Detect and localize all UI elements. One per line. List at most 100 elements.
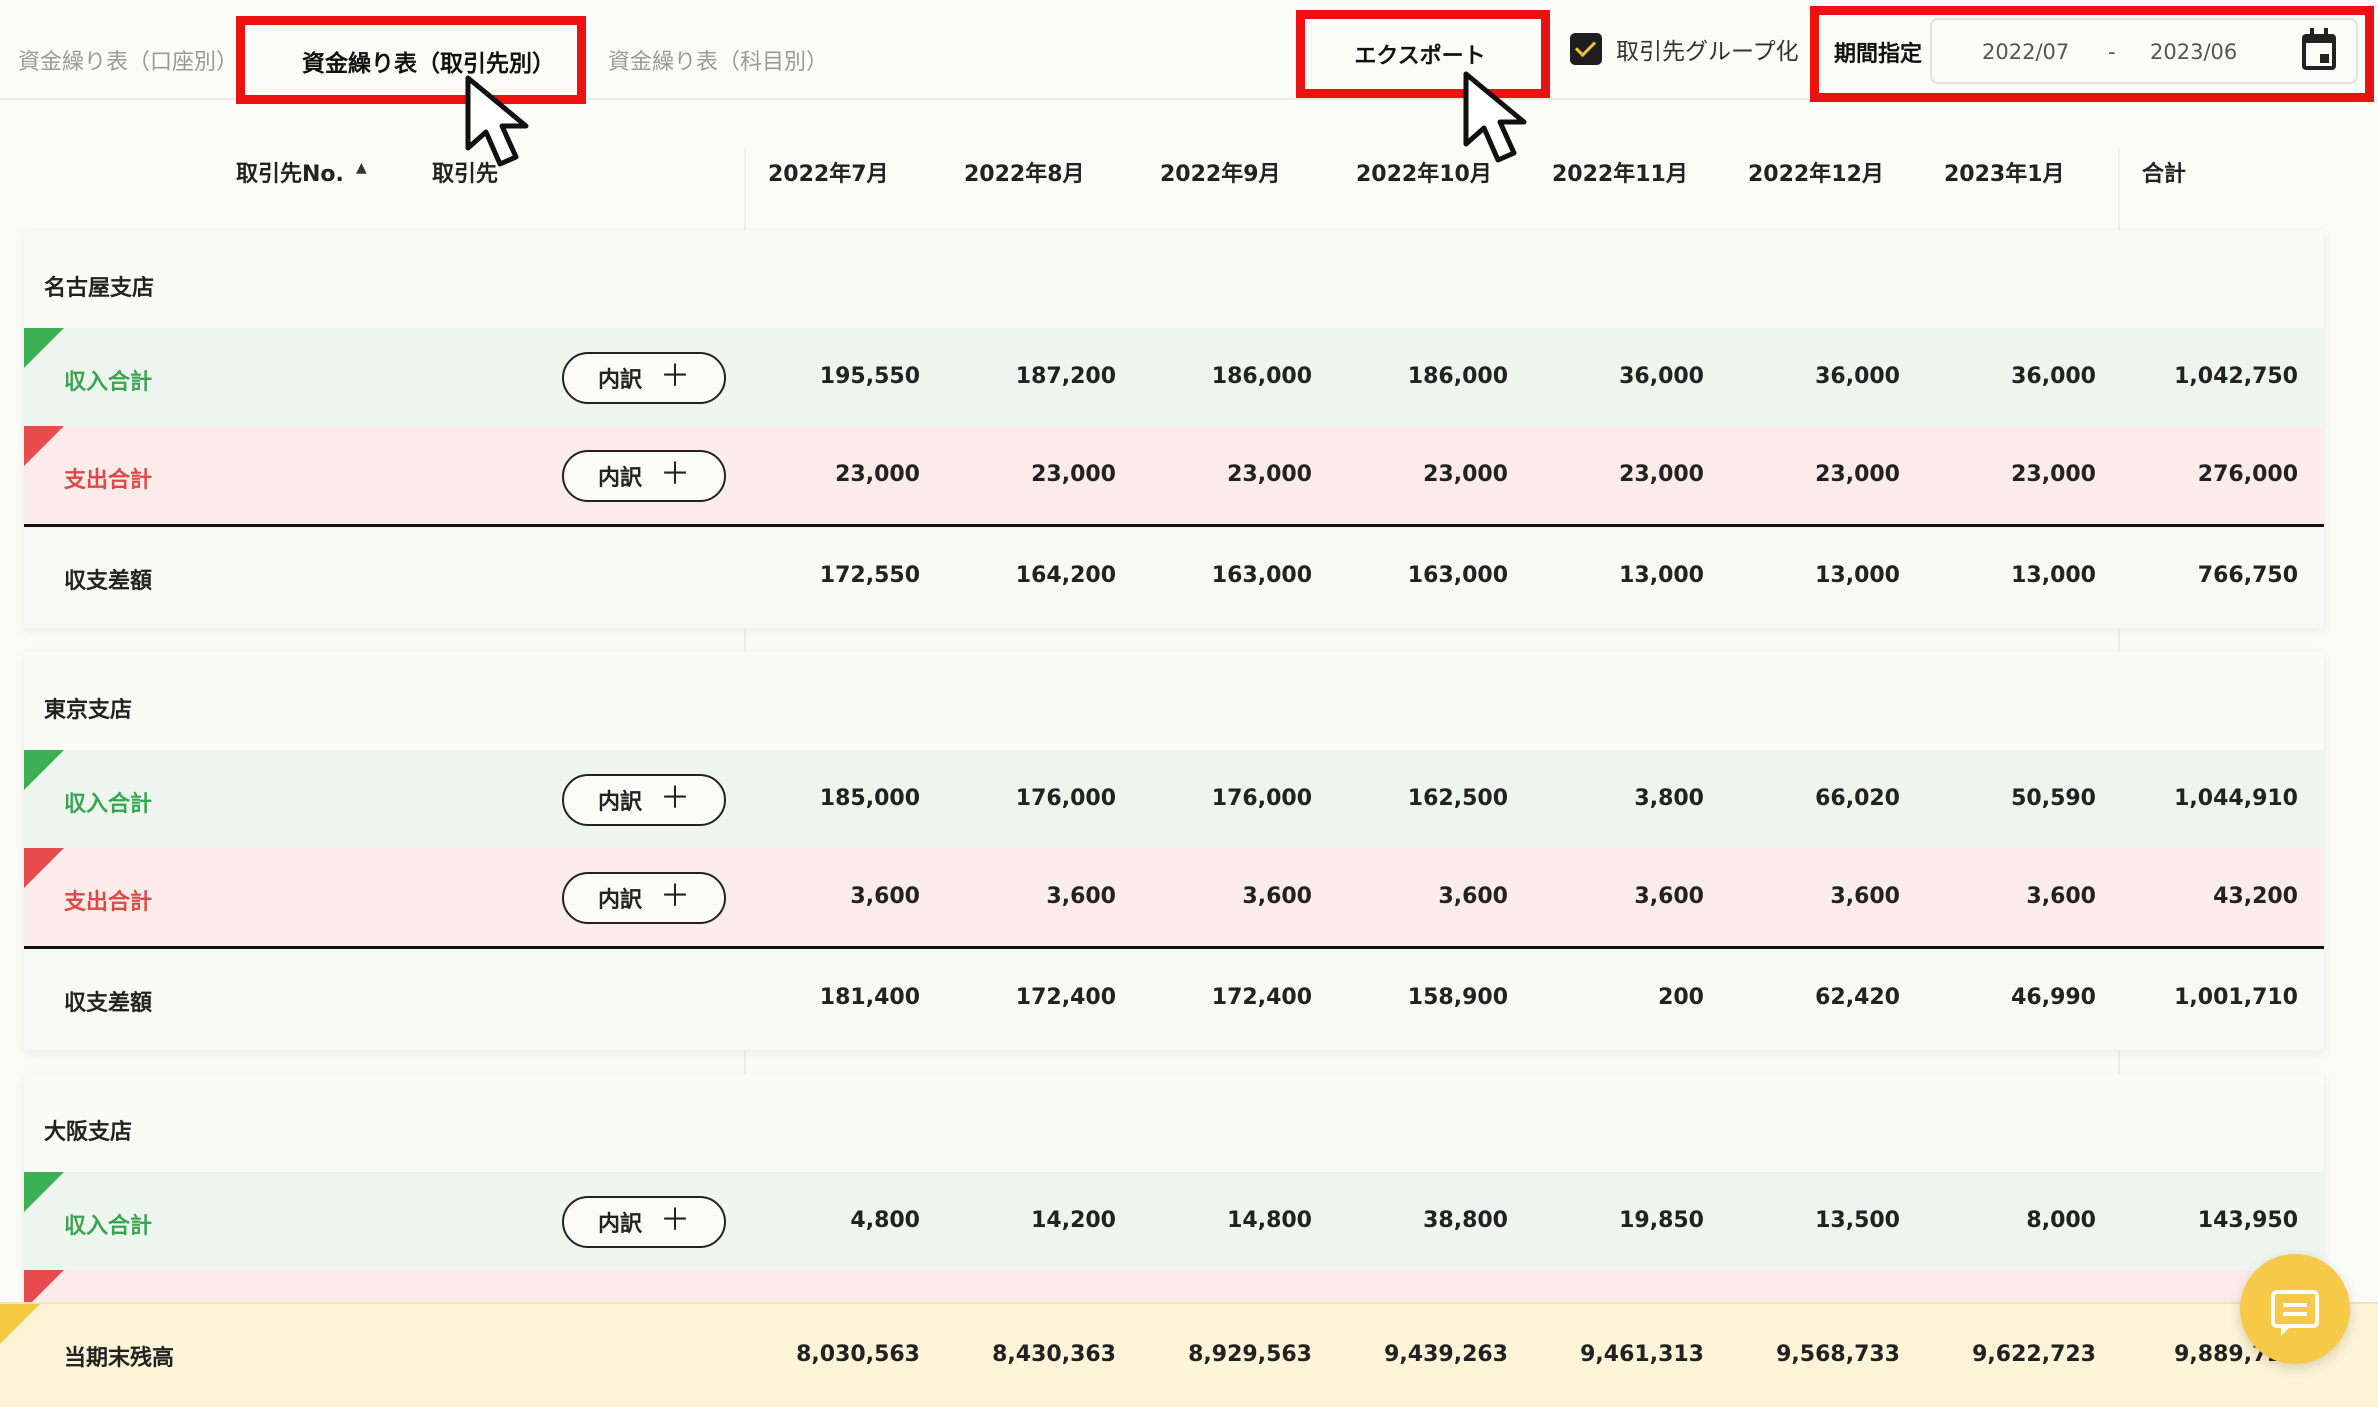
breakdown-expand-button[interactable]: 内訳 ＋: [562, 872, 726, 924]
cell-total: 1,044,910: [2174, 786, 2298, 811]
cell: 38,800: [1423, 1208, 1508, 1233]
income-label: 収入合計: [64, 370, 153, 395]
cell: 186,000: [1211, 364, 1312, 389]
branch-section-tokyo: 東京支店 収入合計 内訳 ＋ 185,000 176,000 176,000 16…: [24, 652, 2324, 1050]
tab-by-account[interactable]: 資金繰り表（口座別）: [18, 44, 238, 76]
cell-total: 1,042,750: [2174, 364, 2298, 389]
col-header-month: 2022年7月: [768, 162, 889, 187]
cell: 185,000: [819, 786, 920, 811]
income-marker: [24, 750, 64, 790]
branch-section-osaka: 大阪支店 収入合計 内訳 ＋ 4,800 14,200 14,800 38,800…: [24, 1074, 2324, 1314]
breakdown-label: 内訳: [597, 790, 642, 815]
group-checkbox-label: 取引先グループ化: [1616, 39, 1799, 65]
plus-icon: ＋: [660, 878, 690, 914]
cell: 62,420: [1815, 985, 1900, 1010]
sort-asc-icon[interactable]: ▲: [356, 160, 367, 176]
cell: 13,000: [1815, 563, 1900, 588]
expense-label: 支出合計: [64, 890, 153, 915]
income-row: 収入合計 内訳 ＋ 4,800 14,200 14,800 38,800 19,8…: [24, 1172, 2324, 1270]
cell: 186,000: [1407, 364, 1508, 389]
cell: 3,600: [1830, 884, 1900, 909]
cell: 9,568,733: [1776, 1342, 1900, 1367]
cell: 66,020: [1815, 786, 1900, 811]
cell: 181,400: [819, 985, 920, 1010]
mouse-cursor-icon: [1463, 71, 1527, 163]
cell: 3,800: [1634, 786, 1704, 811]
cell: 200: [1658, 985, 1704, 1010]
cell: 172,400: [1015, 985, 1116, 1010]
plus-icon: ＋: [660, 780, 690, 816]
cell: 195,550: [819, 364, 920, 389]
cell: 8,030,563: [796, 1342, 920, 1367]
group-checkbox[interactable]: [1570, 33, 1602, 65]
cell: 3,600: [1634, 884, 1704, 909]
income-marker: [24, 1172, 64, 1212]
cell: 3,600: [1046, 884, 1116, 909]
group-toggle[interactable]: 取引先グループ化: [1570, 32, 1799, 66]
breakdown-expand-button[interactable]: 内訳 ＋: [562, 450, 726, 502]
cell: 13,000: [1619, 563, 1704, 588]
cell: 23,000: [1227, 462, 1312, 487]
ending-balance-marker: [0, 1304, 40, 1344]
chat-support-button[interactable]: [2240, 1254, 2350, 1364]
cell-total: 766,750: [2197, 563, 2298, 588]
cell: 50,590: [2011, 786, 2096, 811]
breakdown-expand-button[interactable]: 内訳 ＋: [562, 1196, 726, 1248]
cell: 13,000: [2011, 563, 2096, 588]
breakdown-expand-button[interactable]: 内訳 ＋: [562, 774, 726, 826]
balance-label: 収支差額: [64, 569, 153, 594]
cell: 176,000: [1211, 786, 1312, 811]
expense-row: 支出合計 内訳 ＋ 3,600 3,600 3,600 3,600 3,600 3…: [24, 848, 2324, 946]
col-header-total: 合計: [2142, 162, 2187, 187]
branch-header: 名古屋支店: [24, 230, 2324, 328]
cell: 3,600: [1242, 884, 1312, 909]
cell: 164,200: [1015, 563, 1116, 588]
breakdown-expand-button[interactable]: 内訳 ＋: [562, 352, 726, 404]
cell: 8,000: [2026, 1208, 2096, 1233]
cell: 36,000: [1815, 364, 1900, 389]
ending-balance-row: 当期末残高 8,030,563 8,430,363 8,929,563 9,43…: [0, 1302, 2378, 1407]
cell: 19,850: [1619, 1208, 1704, 1233]
cell: 4,800: [850, 1208, 920, 1233]
branch-header: 大阪支店: [24, 1074, 2324, 1172]
cell: 9,461,313: [1580, 1342, 1704, 1367]
cell: 176,000: [1015, 786, 1116, 811]
cell: 163,000: [1407, 563, 1508, 588]
ending-balance-label: 当期末残高: [64, 1346, 175, 1371]
expense-marker: [24, 848, 64, 888]
income-label: 収入合計: [64, 1214, 153, 1239]
plus-icon: ＋: [660, 358, 690, 394]
cell: 3,600: [2026, 884, 2096, 909]
branch-name: 大阪支店: [44, 1120, 133, 1145]
cell: 172,550: [819, 563, 920, 588]
branch-section-nagoya: 名古屋支店 収入合計 内訳 ＋ 195,550 187,200 186,000 1…: [24, 230, 2324, 628]
cell: 8,430,363: [992, 1342, 1116, 1367]
breakdown-label: 内訳: [597, 466, 642, 491]
cell: 14,800: [1227, 1208, 1312, 1233]
highlight-box-period: [1810, 6, 2374, 102]
expense-row: 支出合計 内訳 ＋ 23,000 23,000 23,000 23,000 23,…: [24, 426, 2324, 524]
col-header-partner-no[interactable]: 取引先No.: [236, 156, 344, 188]
balance-label: 収支差額: [64, 991, 153, 1016]
branch-name: 名古屋支店: [44, 276, 155, 301]
col-header-month: 2022年11月: [1552, 162, 1688, 187]
balance-row: 収支差額 172,550 164,200 163,000 163,000 13,…: [24, 527, 2324, 628]
plus-icon: ＋: [660, 1202, 690, 1238]
cell-total: 143,950: [2197, 1208, 2298, 1233]
income-marker: [24, 328, 64, 368]
tab-by-subject[interactable]: 資金繰り表（科目別）: [608, 44, 828, 76]
breakdown-label: 内訳: [597, 1212, 642, 1237]
cell: 23,000: [1619, 462, 1704, 487]
cell: 36,000: [2011, 364, 2096, 389]
col-header-month: 2022年8月: [964, 162, 1085, 187]
mouse-cursor-icon: [465, 75, 529, 167]
income-label: 収入合計: [64, 792, 153, 817]
cell: 8,929,563: [1188, 1342, 1312, 1367]
cell: 23,000: [1031, 462, 1116, 487]
cell: 3,600: [1438, 884, 1508, 909]
income-row: 収入合計 内訳 ＋ 185,000 176,000 176,000 162,500…: [24, 750, 2324, 848]
branch-header: 東京支店: [24, 652, 2324, 750]
breakdown-label: 内訳: [597, 888, 642, 913]
col-header-month: 2023年1月: [1944, 162, 2065, 187]
col-header-month: 2022年12月: [1748, 162, 1884, 187]
